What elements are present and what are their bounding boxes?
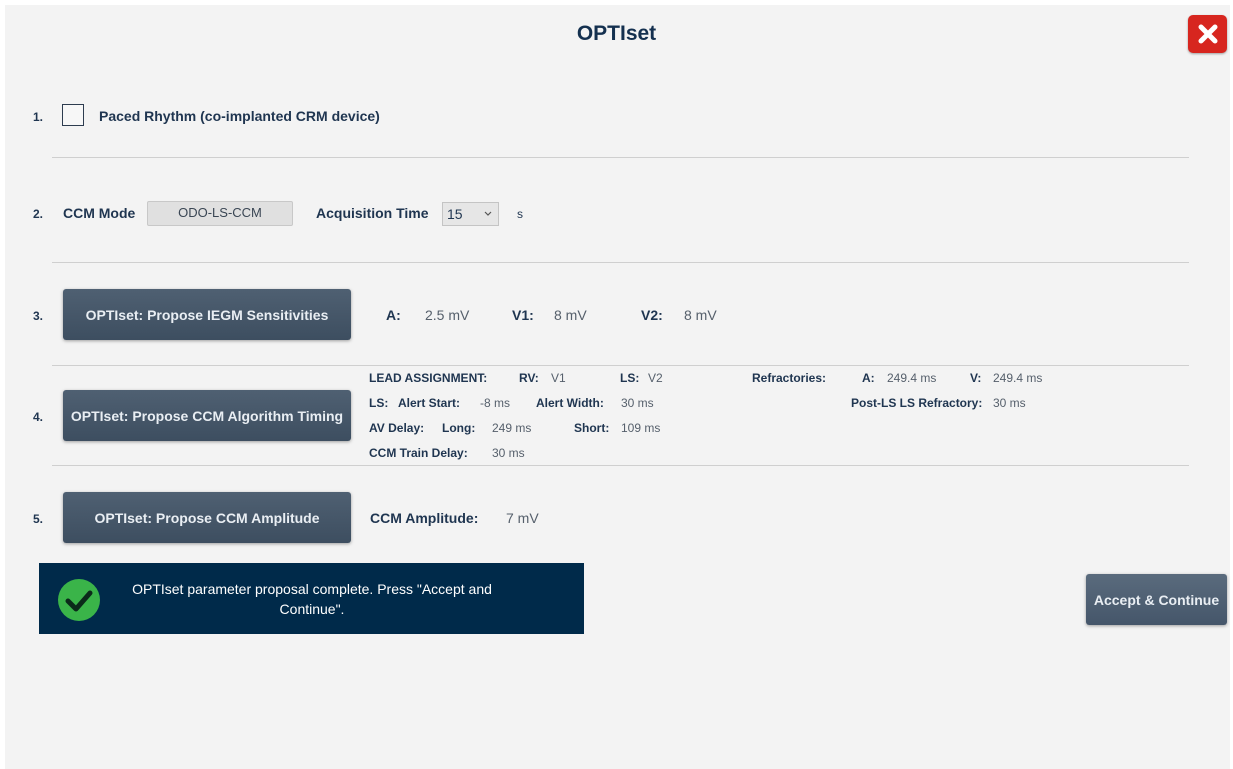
checkmark-circle-icon [58, 579, 100, 621]
ls-row-label: LS: [369, 396, 389, 410]
av-delay-label: AV Delay: [369, 421, 425, 435]
close-icon [1198, 24, 1217, 44]
lead-assignment-label: LEAD ASSIGNMENT: [369, 371, 488, 385]
paced-rhythm-checkbox[interactable] [62, 104, 84, 126]
acquisition-time-label: Acquisition Time [316, 205, 429, 221]
rv-label: RV: [519, 371, 539, 385]
av-short-label: Short: [574, 421, 610, 435]
ccm-train-delay-value: 30 ms [492, 446, 525, 460]
alert-start-value: -8 ms [480, 396, 510, 410]
propose-ccm-amplitude-button[interactable]: OPTIset: Propose CCM Amplitude [63, 492, 351, 543]
divider [52, 157, 1189, 158]
ccm-amplitude-label: CCM Amplitude: [370, 510, 479, 526]
step-number-3: 3. [33, 309, 44, 323]
av-long-label: Long: [442, 421, 476, 435]
divider [52, 365, 1189, 366]
refractory-v-label: V: [970, 371, 982, 385]
ccm-mode-button[interactable]: ODO-LS-CCM [147, 201, 293, 226]
ccm-train-delay-label: CCM Train Delay: [369, 446, 468, 460]
rv-value: V1 [551, 371, 566, 385]
av-long-value: 249 ms [492, 421, 532, 435]
sensitivity-v1-label: V1: [512, 307, 534, 323]
accept-continue-button[interactable]: Accept & Continue [1086, 574, 1227, 625]
step-number-4: 4. [33, 410, 44, 424]
chevron-down-icon [484, 211, 492, 216]
close-button[interactable] [1188, 15, 1227, 53]
ls-lead-value: V2 [648, 371, 663, 385]
status-message-line-1: OPTIset parameter proposal complete. Pre… [132, 581, 492, 597]
dialog-title: OPTIset [576, 22, 657, 45]
paced-rhythm-label: Paced Rhythm (co-implanted CRM device) [99, 108, 380, 124]
alert-width-label: Alert Width: [536, 396, 604, 410]
sensitivity-a-value: 2.5 mV [425, 307, 470, 323]
acquisition-time-unit: s [517, 207, 523, 221]
status-message-line-2: Continue". [279, 601, 345, 617]
status-message: OPTIset parameter proposal complete. Pre… [122, 579, 502, 619]
refractory-a-value: 249.4 ms [887, 371, 937, 385]
step-number-1: 1. [33, 110, 44, 124]
acquisition-time-value: 15 [447, 206, 463, 222]
status-banner: OPTIset parameter proposal complete. Pre… [39, 563, 584, 634]
av-short-value: 109 ms [621, 421, 661, 435]
sensitivity-a-label: A: [386, 307, 401, 323]
refractories-label: Refractories: [752, 371, 827, 385]
post-ls-refractory-value: 30 ms [993, 396, 1026, 410]
sensitivity-v2-value: 8 mV [684, 307, 717, 323]
ccm-mode-label: CCM Mode [63, 205, 136, 221]
alert-start-label: Alert Start: [398, 396, 461, 410]
sensitivity-v2-label: V2: [641, 307, 663, 323]
divider [52, 465, 1189, 466]
alert-width-value: 30 ms [621, 396, 654, 410]
divider [52, 262, 1189, 263]
step-number-2: 2. [33, 207, 44, 221]
ls-lead-label: LS: [620, 371, 640, 385]
acquisition-time-select[interactable]: 15 [442, 202, 499, 226]
refractory-a-label: A: [862, 371, 875, 385]
ccm-amplitude-value: 7 mV [506, 510, 539, 526]
propose-ccm-timing-button[interactable]: OPTIset: Propose CCM Algorithm Timing [63, 390, 351, 441]
step-number-5: 5. [33, 512, 44, 526]
refractory-v-value: 249.4 ms [993, 371, 1043, 385]
post-ls-refractory-label: Post-LS LS Refractory: [851, 396, 983, 410]
propose-iegm-sensitivities-button[interactable]: OPTIset: Propose IEGM Sensitivities [63, 289, 351, 340]
sensitivity-v1-value: 8 mV [554, 307, 587, 323]
